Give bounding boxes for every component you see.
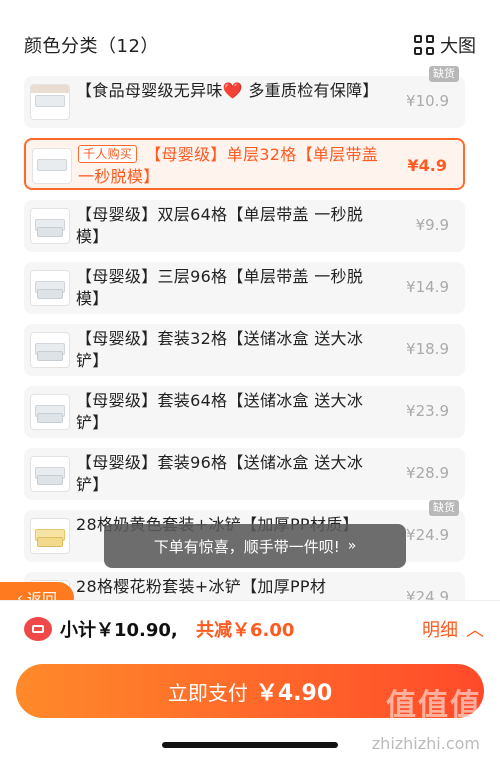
out-of-stock-badge: 缺货 [429,66,459,82]
sku-thumbnail [30,270,70,306]
pay-label: 立即支付 [167,680,248,705]
sku-thumbnail [30,394,70,430]
popular-tag: 千人购买 [78,145,138,163]
sku-thumbnail [30,332,70,368]
large-image-toggle[interactable]: 大图 [414,32,476,58]
large-image-label: 大图 [440,36,476,57]
sku-name: 【母婴级】套装64格【送储冰盒 送大冰铲】 [76,391,364,432]
details-toggle[interactable]: 明细 ︿ [422,616,484,642]
sku-name: 【母婴级】套装32格【送储冰盒 送大冰铲】 [76,329,364,370]
sku-item-selected[interactable]: 千人购买 【母婴级】单层32格【单层带盖 一秒脱模】 ¥4.9 [24,138,465,190]
sku-name: 【母婴级】双层64格【单层带盖 一秒脱模】 [76,205,364,246]
sku-thumbnail [30,208,70,244]
sku-name: 【母婴级】套装96格【送储冰盒 送大冰铲】 [76,453,364,494]
sku-item[interactable]: 【母婴级】套装64格【送储冰盒 送大冰铲】 ¥23.9 [24,386,465,438]
sku-thumbnail [30,518,70,554]
home-indicator[interactable] [162,742,338,748]
sku-sheet: 颜色分类（12） 大图 【食品母婴级无异味❤️ 多重质检有保障】 ¥10.9 缺… [0,0,500,760]
sku-thumbnail [30,84,70,120]
sku-item[interactable]: 【母婴级】三层96格【单层带盖 一秒脱模】 ¥14.9 [24,262,465,314]
grid-icon [414,35,434,55]
sku-item[interactable]: 【母婴级】套装96格【送储冰盒 送大冰铲】 ¥28.9 [24,448,465,500]
sku-price: ¥10.9 [406,92,449,110]
sku-price: ¥4.9 [407,156,447,175]
coupon-icon [24,617,52,641]
watermark-url: zhizhizhi.com [371,734,480,753]
watermark-logo: 值值值 [386,688,482,723]
sku-thumbnail [30,456,70,492]
sku-name: 【母婴级】三层96格【单层带盖 一秒脱模】 [76,267,364,308]
sku-thumbnail [32,148,72,184]
sku-price: ¥9.9 [415,216,449,234]
price-summary: 小计￥10.90, 共减￥6.00 明细 ︿ [0,600,500,654]
sku-name: 28格樱花粉套装+冰铲【加厚PP材 [76,577,327,596]
discount-text: 共减￥6.00 [196,620,295,641]
heart-icon: ❤️ [222,81,243,100]
details-label: 明细 [422,620,458,641]
sku-item[interactable]: 【食品母婴级无异味❤️ 多重质检有保障】 ¥10.9 缺货 [24,66,465,128]
color-category-title: 颜色分类（12） [24,36,159,57]
chevron-double-down-icon: » [347,538,357,554]
sku-price: ¥28.9 [406,464,449,482]
sku-name: 【食品母婴级无异味❤️ 多重质检有保障】 [76,81,379,100]
sheet-header: 颜色分类（12） 大图 [24,30,476,60]
subtotal-text: 小计￥10.90, [60,620,178,641]
pay-amount: ￥4.90 [255,681,333,706]
sku-price: ¥18.9 [406,340,449,358]
toast-text: 下单有惊喜，顺手带一件呗! [153,537,340,556]
sku-price: ¥24.9 [406,526,449,544]
sku-item[interactable]: 【母婴级】双层64格【单层带盖 一秒脱模】 ¥9.9 [24,200,465,252]
sku-price: ¥23.9 [406,402,449,420]
sku-name: 千人购买 【母婴级】单层32格【单层带盖 一秒脱模】 [78,145,379,186]
sku-item[interactable]: 【母婴级】套装32格【送储冰盒 送大冰铲】 ¥18.9 [24,324,465,376]
sku-price: ¥14.9 [406,278,449,296]
chevron-up-icon: ︿ [466,620,484,641]
upsell-toast[interactable]: 下单有惊喜，顺手带一件呗! » [104,524,406,568]
out-of-stock-badge: 缺货 [429,500,459,516]
